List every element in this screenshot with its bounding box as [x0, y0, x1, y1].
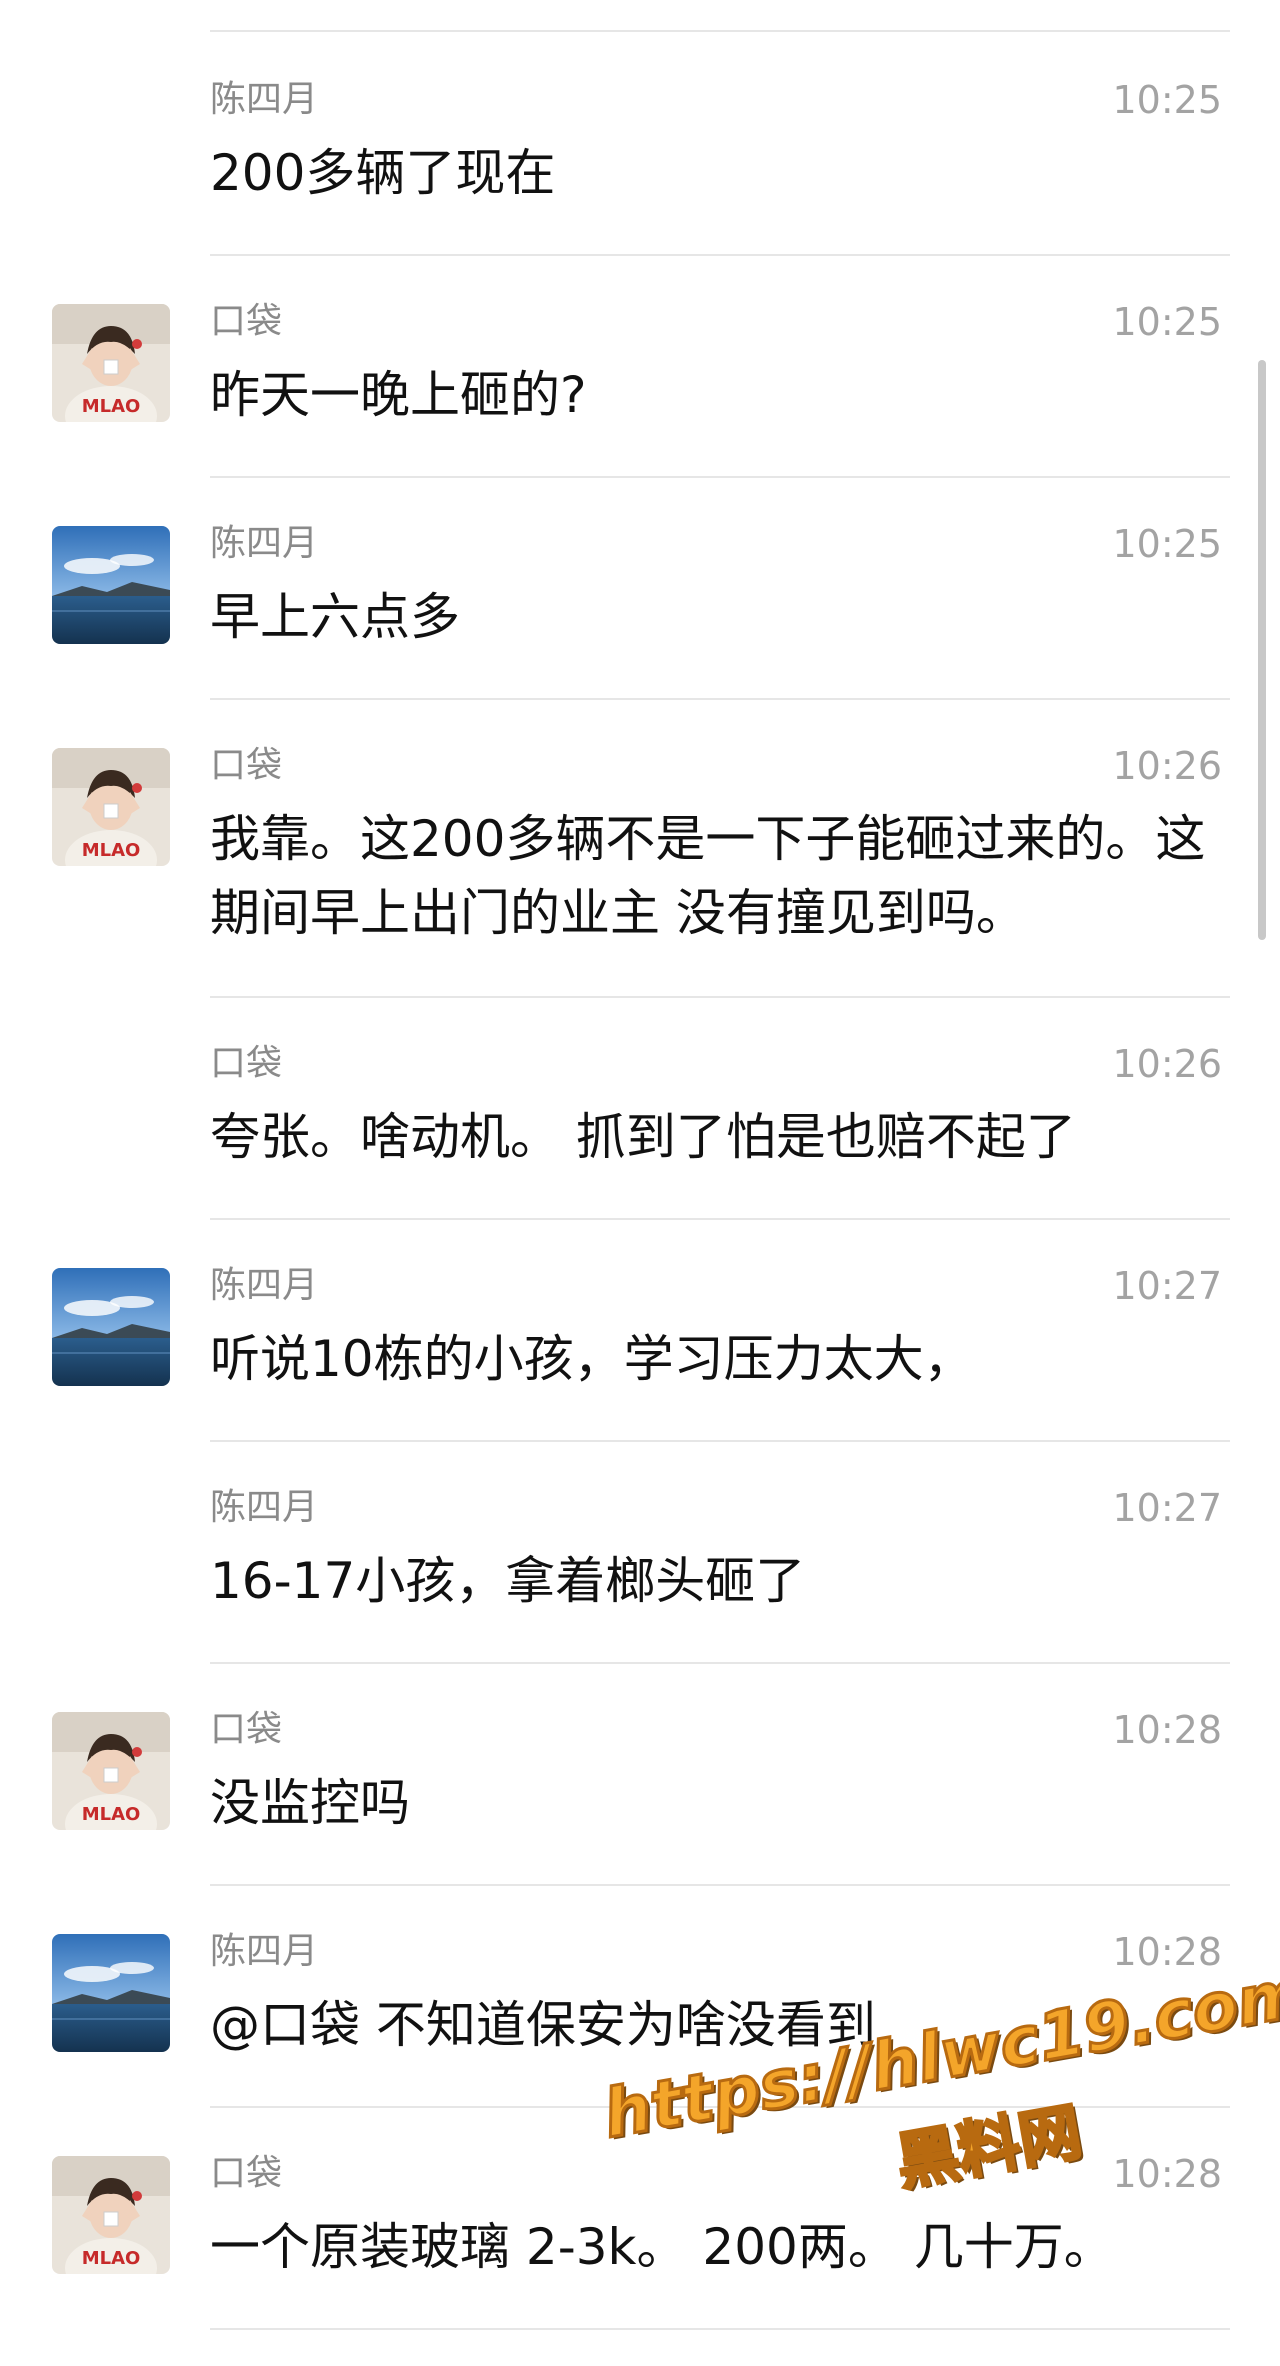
message-time: 10:25 — [1112, 78, 1222, 122]
message-item[interactable]: MLAO 口袋 10:25 昨天一晚上砸的? — [0, 292, 1280, 478]
avatar-lake-icon — [52, 526, 170, 644]
svg-text:MLAO: MLAO — [82, 1804, 141, 1825]
message-time: 10:28 — [1112, 1930, 1222, 1974]
avatar-koudai-icon: MLAO — [52, 2156, 170, 2274]
message-item[interactable]: 口袋 10:26 夸张。啥动机。 抓到了怕是也赔不起了 — [0, 1034, 1280, 1220]
avatar-koudai[interactable]: MLAO — [52, 2156, 170, 2274]
avatar-koudai-icon: MLAO — [52, 1712, 170, 1830]
message-time: 10:25 — [1112, 300, 1222, 344]
message-divider — [210, 476, 1230, 478]
svg-text:MLAO: MLAO — [82, 396, 141, 417]
message-divider — [210, 698, 1230, 700]
message-time: 10:25 — [1112, 522, 1222, 566]
sender-name: 陈四月 — [210, 1487, 319, 1528]
message-item[interactable]: 陈四月 10:27 16-17小孩，拿着榔头砸了 — [0, 1478, 1280, 1664]
message-divider — [210, 1884, 1230, 1886]
sender-name: 陈四月 — [210, 1931, 319, 1972]
message-text: 早上六点多 — [210, 588, 460, 646]
avatar-koudai-icon: MLAO — [52, 748, 170, 866]
avatar-koudai-icon: MLAO — [52, 304, 170, 422]
sender-name: 陈四月 — [210, 523, 319, 564]
message-time: 10:28 — [1112, 1708, 1222, 1752]
sender-name: 口袋 — [210, 2153, 283, 2194]
message-time: 10:27 — [1112, 1264, 1222, 1308]
message-item[interactable]: MLAO 口袋 10:28 没监控吗 — [0, 1700, 1280, 1886]
avatar-chensiyue[interactable] — [52, 526, 170, 644]
message-item[interactable]: 陈四月 10:25 200多辆了现在 — [0, 70, 1280, 256]
top-divider — [210, 30, 1230, 32]
scrollbar[interactable] — [1258, 360, 1266, 940]
svg-text:MLAO: MLAO — [82, 2248, 141, 2269]
message-text: 16-17小孩，拿着榔头砸了 — [210, 1552, 806, 1610]
message-item[interactable]: 陈四月 10:25 早上六点多 — [0, 514, 1280, 700]
avatar-chensiyue[interactable] — [52, 1934, 170, 2052]
message-item[interactable]: MLAO 口袋 10:28 一个原装玻璃 2-3k。 200两。 几十万。 — [0, 2144, 1280, 2330]
message-divider — [210, 254, 1230, 256]
message-item[interactable]: 陈四月 10:28 @口袋 不知道保安为啥没看到 — [0, 1922, 1280, 2108]
avatar-chensiyue[interactable] — [52, 1268, 170, 1386]
message-text: 我靠。这200多辆不是一下子能砸过来的。这期间早上出门的业主 没有撞见到吗。 — [210, 810, 1206, 942]
avatar-lake-icon — [52, 1268, 170, 1386]
message-divider — [210, 1440, 1230, 1442]
sender-name: 陈四月 — [210, 1265, 319, 1306]
avatar-koudai[interactable]: MLAO — [52, 748, 170, 866]
message-divider — [210, 1662, 1230, 1664]
message-text: 一个原装玻璃 2-3k。 200两。 几十万。 — [210, 2218, 1114, 2276]
message-text: 昨天一晚上砸的? — [210, 366, 587, 424]
sender-name: 口袋 — [210, 1043, 283, 1084]
sender-name: 口袋 — [210, 745, 283, 786]
message-divider — [210, 1218, 1230, 1220]
svg-text:MLAO: MLAO — [82, 840, 141, 861]
message-divider — [210, 996, 1230, 998]
avatar-koudai[interactable]: MLAO — [52, 1712, 170, 1830]
message-time: 10:28 — [1112, 2152, 1222, 2196]
message-text: @口袋 不知道保安为啥没看到 — [210, 1996, 876, 2054]
message-text: 没监控吗 — [210, 1774, 410, 1832]
message-text: 夸张。啥动机。 抓到了怕是也赔不起了 — [210, 1108, 1076, 1166]
message-text: 200多辆了现在 — [210, 144, 556, 202]
message-divider — [210, 2328, 1230, 2330]
sender-name: 陈四月 — [210, 79, 319, 120]
message-item[interactable]: 陈四月 10:27 听说10栋的小孩，学习压力太大， — [0, 1256, 1280, 1442]
message-item[interactable]: MLAO 口袋 10:26 我靠。这200多辆不是一下子能砸过来的。这期间早上出… — [0, 736, 1280, 998]
avatar-lake-icon — [52, 1934, 170, 2052]
message-text: 听说10栋的小孩，学习压力太大， — [210, 1330, 974, 1388]
sender-name: 口袋 — [210, 301, 283, 342]
avatar-koudai[interactable]: MLAO — [52, 304, 170, 422]
message-time: 10:27 — [1112, 1486, 1222, 1530]
message-time: 10:26 — [1112, 1042, 1222, 1086]
sender-name: 口袋 — [210, 1709, 283, 1750]
message-time: 10:26 — [1112, 744, 1222, 788]
message-divider — [210, 2106, 1230, 2108]
